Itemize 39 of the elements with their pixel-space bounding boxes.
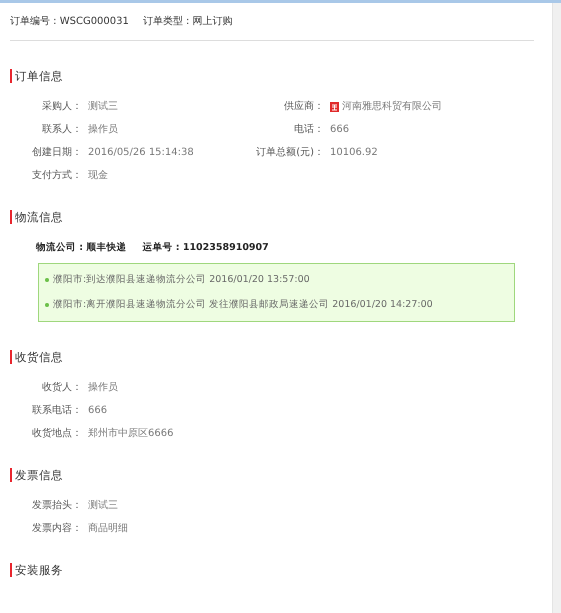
shop-icon	[330, 102, 339, 112]
section-title: 安装服务	[10, 562, 534, 577]
field-value: 操作员	[88, 380, 119, 394]
field-label: 采购人：	[41, 100, 82, 113]
bullet-icon	[45, 278, 49, 282]
order-number: 订单编号 : WSCG000031	[10, 14, 129, 29]
field-label: 收货人：	[41, 380, 82, 394]
field-value: 操作员	[88, 123, 119, 136]
waybill-number: 运单号 : 1102358910907	[142, 241, 269, 255]
order-type: 订单类型 : 网上订购	[142, 14, 233, 29]
field-label: 发票抬头：	[31, 498, 82, 512]
section-title: 物流信息	[10, 210, 534, 224]
field-label: 收货地点：	[31, 426, 82, 440]
field-value: 现金	[88, 169, 109, 182]
field-value: 测试三	[88, 100, 119, 113]
field-value: 2016/05/26 15:14:38	[88, 146, 195, 159]
tracking-event: 濮阳市:离开濮阳县速递物流分公司 发往濮阳县邮政局速递公司 2016/01/20 14:27:00	[53, 298, 433, 312]
tracking-event: 濮阳市:到达濮阳县速递物流分公司 2016/01/20 13:57:00	[53, 273, 310, 288]
field-label: 订单总额(元)：	[255, 146, 324, 159]
field-value: 河南雅思科贸有限公司	[342, 100, 442, 113]
field-value: 郑州市中原区6666	[88, 426, 174, 440]
field-label: 创建日期：	[31, 146, 82, 159]
field-label: 联系人：	[41, 123, 82, 136]
field-label: 联系电话：	[31, 404, 82, 417]
field-value: 测试三	[88, 498, 119, 512]
section-title: 发票信息	[10, 468, 534, 482]
logistics-company: 物流公司 : 顺丰快递	[36, 241, 126, 255]
scrollbar[interactable]	[552, 3, 561, 613]
field-value: 商品明细	[88, 522, 129, 535]
section-title: 收货信息	[10, 350, 534, 364]
field-value: 666	[88, 404, 108, 417]
field-label: 支付方式：	[31, 169, 82, 182]
field-label: 供应商：	[283, 100, 324, 113]
field-label: 发票内容：	[31, 522, 82, 535]
bullet-icon	[45, 302, 49, 307]
field-value: 10106.92	[330, 146, 378, 159]
field-value: 666	[330, 123, 350, 136]
section-title: 订单信息	[10, 69, 534, 83]
field-label: 电话：	[293, 123, 324, 136]
